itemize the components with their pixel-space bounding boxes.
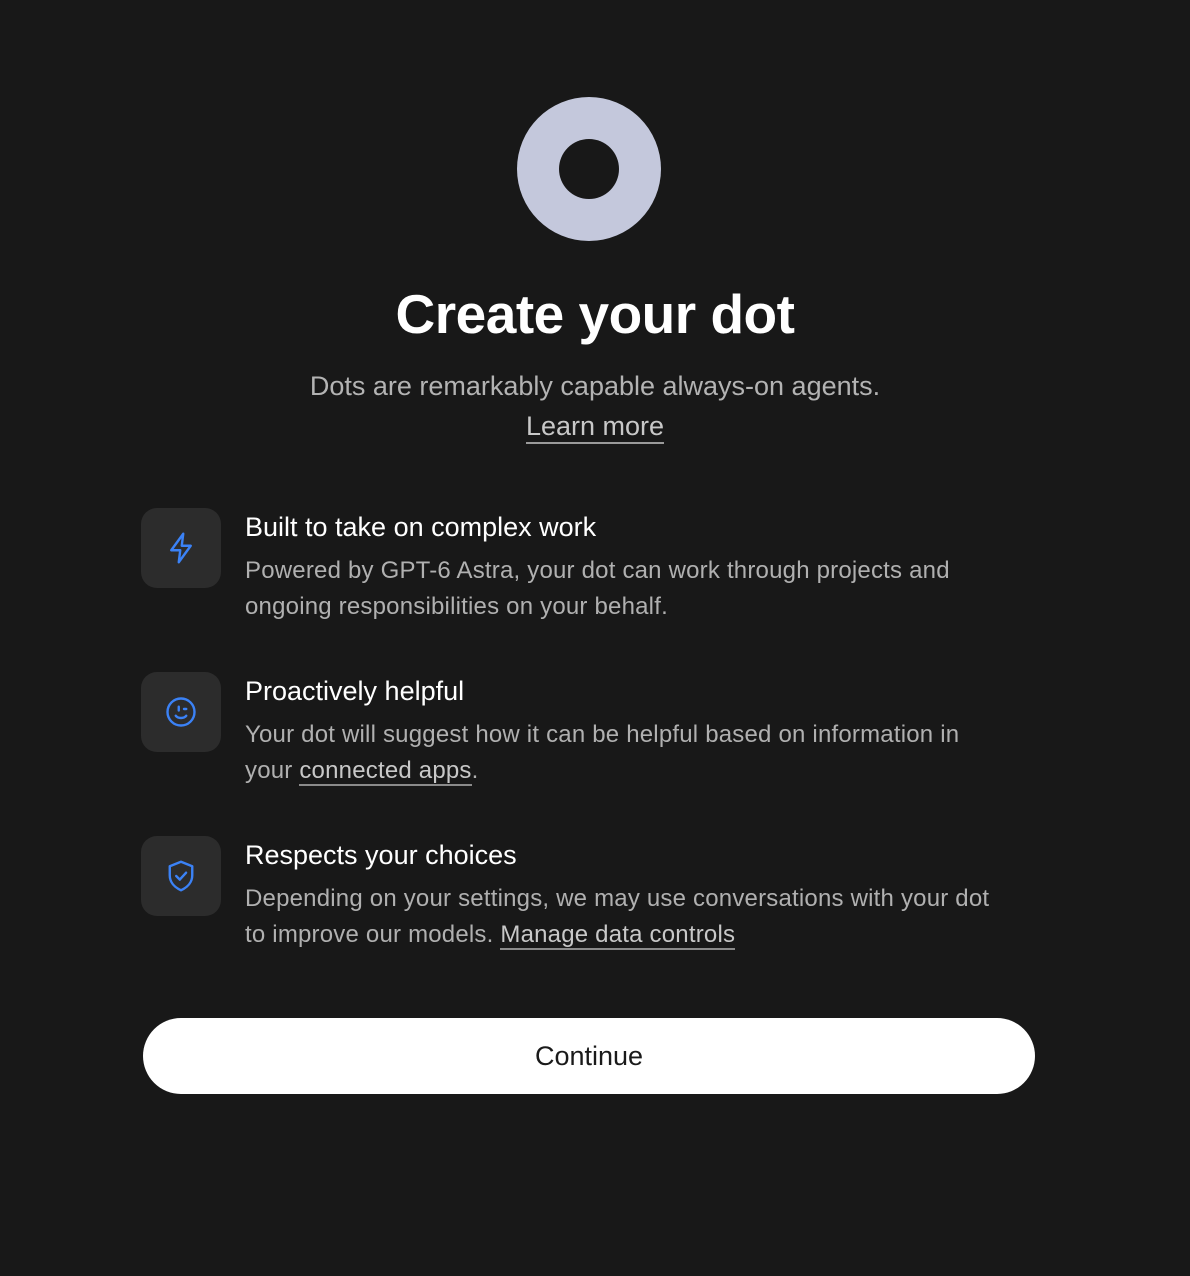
dot-logo-icon	[517, 97, 661, 241]
learn-more-link[interactable]: Learn more	[525, 411, 665, 444]
feature-description-line: to improve our models. Manage data contr…	[245, 917, 1045, 953]
feature-description-line: your connected apps.	[245, 753, 1045, 789]
feature-icon-box	[141, 508, 221, 588]
feature-title: Proactively helpful	[245, 676, 465, 706]
feature-description: Your dot will suggest how it can be help…	[245, 717, 1045, 789]
description-text: your	[245, 757, 300, 784]
feature-description-line: Depending on your settings, we may use c…	[245, 885, 990, 912]
manage-data-controls-link[interactable]: Manage data controls	[500, 921, 736, 950]
feature-icon-box	[141, 672, 221, 752]
description-text: .	[471, 757, 479, 784]
feature-description: Depending on your settings, we may use c…	[245, 881, 1045, 953]
description-text: to improve our models.	[245, 921, 501, 948]
feature-title: Respects your choices	[245, 840, 517, 870]
feature-description-line: Powered by GPT-6 Astra, your dot can wor…	[245, 557, 950, 584]
continue-button[interactable]: Continue	[143, 1018, 1035, 1094]
feature-description-line: Your dot will suggest how it can be help…	[245, 721, 960, 748]
page-title: Create your dot	[395, 283, 795, 345]
lightning-bolt-icon	[170, 532, 192, 564]
feature-icon-box	[141, 836, 221, 916]
page-subtitle: Dots are remarkably capable always-on ag…	[0, 366, 1190, 446]
feature-description: Powered by GPT-6 Astra, your dot can wor…	[245, 553, 1045, 625]
feature-description-line: ongoing responsibilities on your behalf.	[245, 593, 668, 620]
connected-apps-link[interactable]: connected apps	[299, 757, 472, 786]
subtitle-text: Dots are remarkably capable always-on ag…	[309, 371, 881, 401]
create-dot-page: Create your dot Dots are remarkably capa…	[0, 0, 1190, 1276]
shield-check-icon	[168, 860, 194, 892]
smiley-face-icon	[166, 697, 196, 727]
feature-title: Built to take on complex work	[245, 512, 597, 542]
